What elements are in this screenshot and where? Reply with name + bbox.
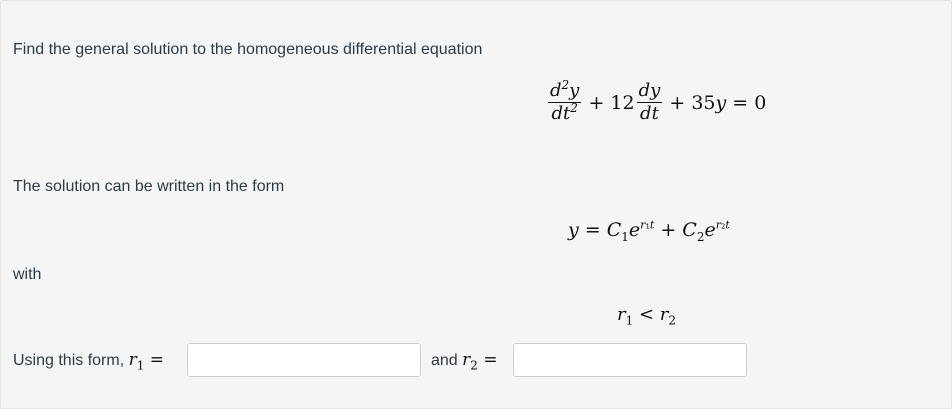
and-line: and r2 =: [431, 350, 498, 373]
r2-input[interactable]: [513, 343, 747, 377]
first-derivative-fraction: dy dt: [636, 80, 663, 124]
form-text: The solution can be written in the form: [13, 178, 285, 195]
and-text: and: [431, 352, 458, 369]
second-derivative-fraction: d2y dt2: [548, 78, 582, 124]
r1-label: r1 =: [128, 350, 165, 373]
r1-input[interactable]: [187, 343, 421, 377]
differential-equation: d2y dt2 + 12 dy dt + 35y = 0: [548, 78, 767, 124]
solution-form-formula: y = C1er₁t + C2er₂t: [568, 218, 730, 244]
condition-formula: r1 < r2: [617, 304, 677, 328]
intro-text: Find the general solution to the homogen…: [13, 41, 483, 58]
r2-label: r2 =: [462, 350, 498, 373]
with-text: with: [13, 266, 42, 283]
answer-prefix-line: Using this form, r1 =: [13, 350, 165, 373]
answer-prefix-text: Using this form,: [13, 352, 125, 369]
question-panel: Find the general solution to the homogen…: [0, 0, 952, 409]
